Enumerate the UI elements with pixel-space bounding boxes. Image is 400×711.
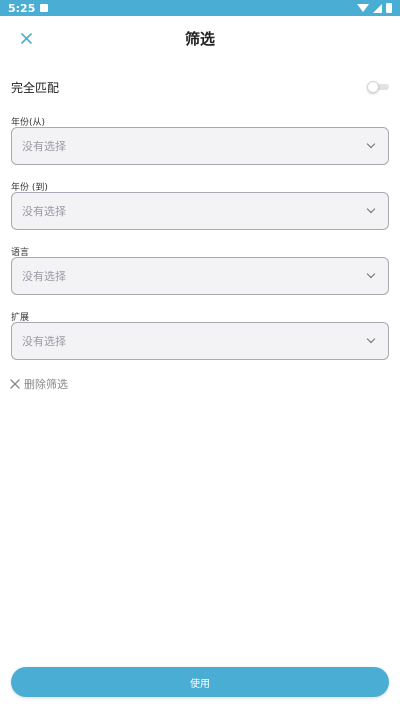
wifi-icon	[357, 4, 369, 12]
language-value: 没有选择	[22, 270, 66, 283]
page-title: 筛选	[184, 30, 215, 48]
status-bar: 5:25	[0, 0, 400, 16]
chevron-down-icon	[366, 204, 376, 214]
year-from-select[interactable]: 没有选择	[11, 127, 389, 165]
header: 筛选	[0, 16, 400, 60]
close-icon	[20, 32, 32, 44]
extension-select[interactable]: 没有选择	[11, 322, 389, 360]
status-left: 5:25	[8, 1, 49, 15]
status-time: 5:25	[8, 1, 36, 15]
exact-match-row: 完全匹配	[11, 76, 389, 98]
notification-icon	[40, 4, 49, 12]
exact-match-toggle[interactable]	[367, 81, 389, 93]
language-select[interactable]: 没有选择	[11, 257, 389, 295]
year-to-select[interactable]: 没有选择	[11, 192, 389, 230]
signal-icon	[373, 3, 382, 13]
chevron-down-icon	[366, 334, 376, 344]
apply-button[interactable]: 使用	[11, 667, 389, 697]
toggle-knob	[367, 81, 379, 93]
close-icon	[10, 379, 20, 389]
clear-filters-label: 删除筛选	[24, 378, 68, 391]
battery-icon	[386, 3, 392, 13]
year-from-value: 没有选择	[22, 140, 66, 153]
exact-match-label: 完全匹配	[11, 80, 60, 95]
status-right	[357, 3, 392, 13]
chevron-down-icon	[366, 139, 376, 149]
extension-value: 没有选择	[22, 335, 66, 348]
close-button[interactable]	[14, 26, 38, 50]
chevron-down-icon	[366, 269, 376, 279]
year-to-value: 没有选择	[22, 205, 66, 218]
clear-filters-button[interactable]: 删除筛选	[10, 376, 68, 392]
